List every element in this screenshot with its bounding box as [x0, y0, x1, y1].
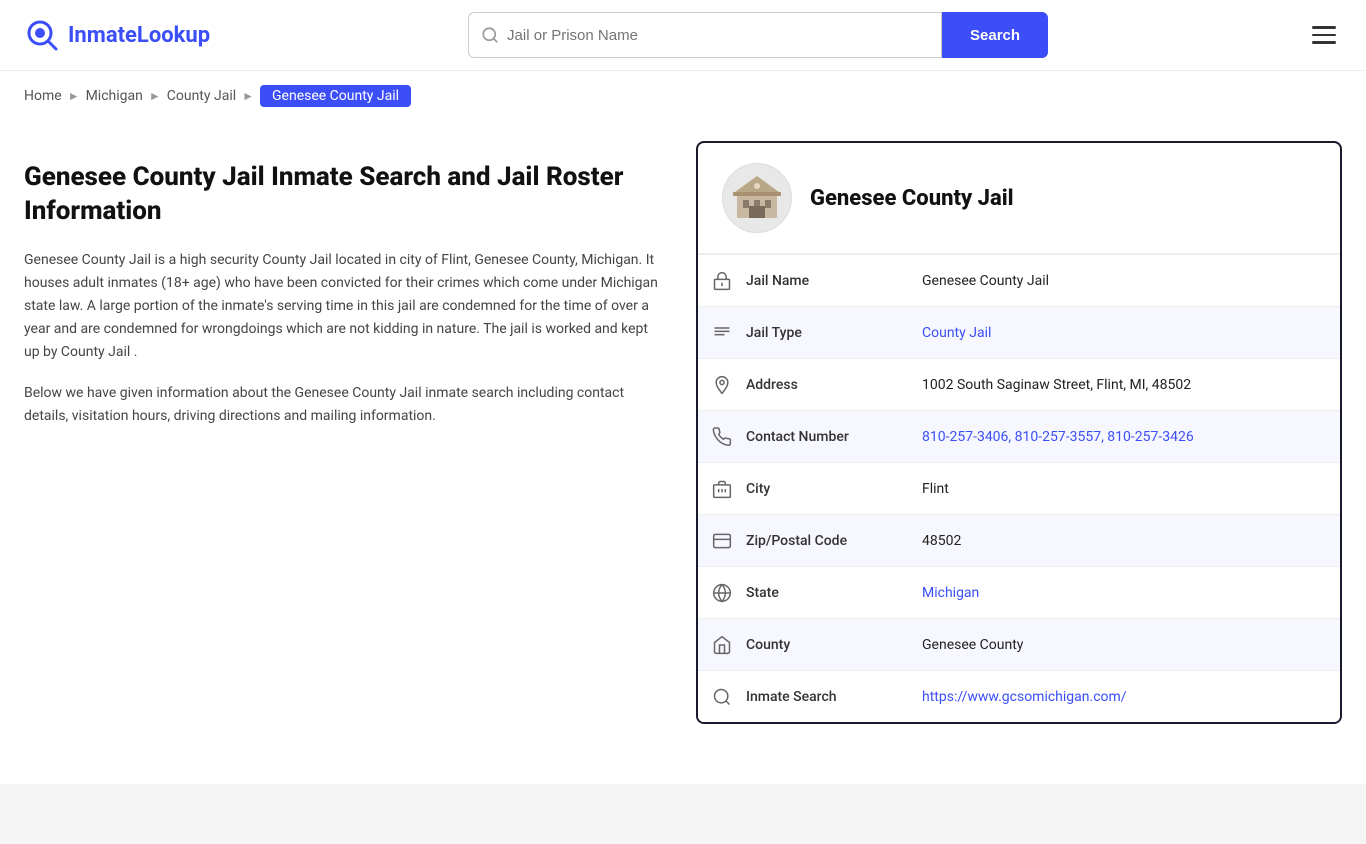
info-row: Jail Type County Jail [698, 306, 1340, 358]
info-label: Address [746, 365, 906, 405]
city-icon [698, 479, 746, 499]
info-label: State [746, 573, 906, 613]
info-row: CityFlint [698, 462, 1340, 514]
site-logo[interactable]: InmateLookup [24, 17, 210, 53]
jail-building-icon [729, 170, 785, 226]
info-value: Genesee County [906, 625, 1340, 665]
breadcrumb-michigan[interactable]: Michigan [86, 88, 143, 104]
info-label: Zip/Postal Code [746, 521, 906, 561]
info-value: 1002 South Saginaw Street, Flint, MI, 48… [906, 365, 1340, 405]
info-label: City [746, 469, 906, 509]
search-button[interactable]: Search [942, 12, 1048, 58]
breadcrumb-county-jail[interactable]: County Jail [167, 88, 236, 104]
search-icon [698, 687, 746, 707]
info-value[interactable]: https://www.gcsomichigan.com/ [906, 677, 1340, 717]
jail-card-title: Genesee County Jail [810, 186, 1014, 211]
menu-bar-2 [1312, 34, 1336, 37]
breadcrumb-current: Genesee County Jail [260, 85, 411, 107]
breadcrumb-sep-3: ► [242, 89, 254, 103]
jail-icon [698, 271, 746, 291]
search-wrapper [468, 12, 942, 58]
info-label: Inmate Search [746, 677, 906, 717]
info-row: CountyGenesee County [698, 618, 1340, 670]
breadcrumb-sep-1: ► [68, 89, 80, 103]
phone-icon [698, 427, 746, 447]
info-value: Flint [906, 469, 1340, 509]
info-label: County [746, 625, 906, 665]
site-header: InmateLookup Search [0, 0, 1366, 71]
info-value[interactable]: Michigan [906, 573, 1340, 613]
page-title: Genesee County Jail Inmate Search and Ja… [24, 161, 664, 229]
info-row: Contact Number 810-257-3406, 810-257-3557… [698, 410, 1340, 462]
info-label: Jail Name [746, 261, 906, 301]
footer-bar [0, 784, 1366, 844]
breadcrumb-home[interactable]: Home [24, 88, 62, 104]
page-desc-1: Genesee County Jail is a high security C… [24, 249, 664, 364]
search-input[interactable] [507, 27, 929, 44]
info-rows: Jail NameGenesee County JailJail TypeCou… [698, 254, 1340, 722]
info-row: Address1002 South Saginaw Street, Flint,… [698, 358, 1340, 410]
left-column: Genesee County Jail Inmate Search and Ja… [24, 141, 664, 446]
jail-card-header: Genesee County Jail [698, 143, 1340, 254]
page-desc-2: Below we have given information about th… [24, 382, 664, 428]
info-value-link[interactable]: https://www.gcsomichigan.com/ [922, 689, 1127, 705]
type-icon [698, 323, 746, 343]
info-row: Inmate Search https://www.gcsomichigan.co… [698, 670, 1340, 722]
address-icon [698, 375, 746, 395]
county-icon [698, 635, 746, 655]
menu-bar-3 [1312, 41, 1336, 44]
info-row: Zip/Postal Code48502 [698, 514, 1340, 566]
logo-icon [24, 17, 60, 53]
info-value: 48502 [906, 521, 1340, 561]
info-label: Contact Number [746, 417, 906, 457]
info-value[interactable]: 810-257-3406, 810-257-3557, 810-257-3426 [906, 417, 1340, 457]
info-label: Jail Type [746, 313, 906, 353]
menu-bar-1 [1312, 26, 1336, 29]
menu-button[interactable] [1306, 20, 1342, 50]
info-value-link[interactable]: County Jail [922, 325, 991, 341]
breadcrumb: Home ► Michigan ► County Jail ► Genesee … [0, 71, 1366, 121]
info-value[interactable]: County Jail [906, 313, 1340, 353]
breadcrumb-sep-2: ► [149, 89, 161, 103]
state-icon [698, 583, 746, 603]
search-area: Search [468, 12, 1048, 58]
info-value-link[interactable]: 810-257-3406, 810-257-3557, 810-257-3426 [922, 429, 1194, 445]
main-content: Genesee County Jail Inmate Search and Ja… [0, 121, 1366, 744]
info-row: State Michigan [698, 566, 1340, 618]
logo-text: InmateLookup [68, 23, 210, 48]
right-column: Genesee County Jail Jail NameGenesee Cou… [696, 141, 1342, 724]
jail-card: Genesee County Jail Jail NameGenesee Cou… [696, 141, 1342, 724]
info-value-link[interactable]: Michigan [922, 585, 979, 601]
info-value: Genesee County Jail [906, 261, 1340, 301]
info-row: Jail NameGenesee County Jail [698, 254, 1340, 306]
search-icon [481, 26, 499, 44]
jail-avatar [722, 163, 792, 233]
zip-icon [698, 531, 746, 551]
